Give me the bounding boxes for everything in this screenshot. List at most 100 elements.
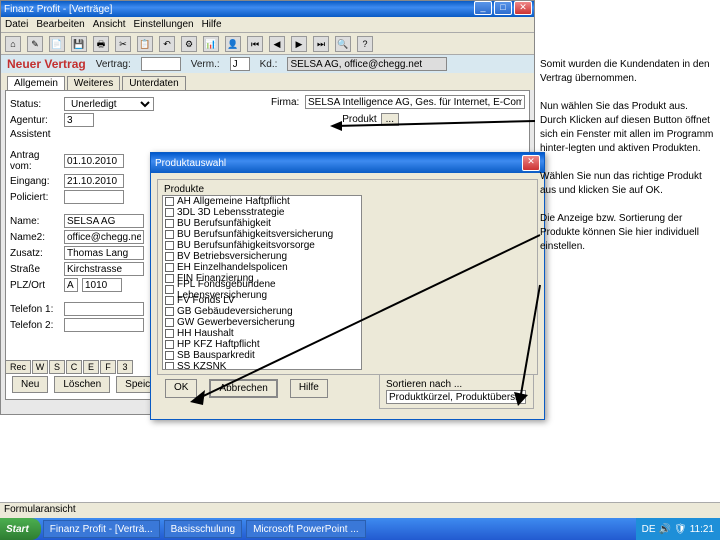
tray-icon[interactable]: 🛡 [674,524,687,535]
nav-first-icon[interactable]: ⏮ [247,36,263,52]
list-item[interactable]: BU Berufsunfähigkeitsversicherung [163,229,361,240]
list-item[interactable]: BU Berufsunfähigkeit [163,218,361,229]
toolbar-icon[interactable]: 📄 [49,36,65,52]
checkbox-icon[interactable] [165,329,174,338]
produkt-button[interactable]: ... [381,113,399,126]
list-item[interactable]: 3DL 3D Lebensstrategie [163,207,361,218]
list-item[interactable]: HH Haushalt [163,328,361,339]
tray-icon[interactable]: 🔊 [659,524,671,535]
checkbox-icon[interactable] [165,230,174,239]
checkbox-icon[interactable] [165,219,174,228]
maximize-button[interactable]: □ [494,1,512,15]
taskbar-item[interactable]: Finanz Profit - [Verträ... [43,520,160,538]
menu-einstellungen[interactable]: Einstellungen [134,19,194,30]
tray-lang[interactable]: DE [642,524,656,535]
rec-3[interactable]: 3 [117,360,133,374]
checkbox-icon[interactable] [165,263,174,272]
produkte-listbox[interactable]: AH Allgemeine Haftpflicht3DL 3D Lebensst… [162,195,362,370]
checkbox-icon[interactable] [165,296,174,305]
list-item[interactable]: SB Bausparkredit [163,350,361,361]
tab-unterdaten[interactable]: Unterdaten [122,76,185,90]
kd-input[interactable] [287,57,447,71]
list-item[interactable]: AH Allgemeine Haftpflicht [163,196,361,207]
taskbar-item[interactable]: Microsoft PowerPoint ... [246,520,366,538]
list-item[interactable]: BU Berufsunfähigkeitsvorsorge [163,240,361,251]
status-select[interactable]: Unerledigt [64,97,154,111]
toolbar-icon[interactable]: ↶ [159,36,175,52]
menu-hilfe[interactable]: Hilfe [202,19,222,30]
rec-f[interactable]: F [100,360,116,374]
toolbar-icon[interactable]: ✎ [27,36,43,52]
menu-bearbeiten[interactable]: Bearbeiten [36,19,84,30]
neu-button[interactable]: Neu [12,376,48,393]
nav-prev-icon[interactable]: ◀ [269,36,285,52]
tab-allgemein[interactable]: Allgemein [7,76,65,90]
list-item[interactable]: HP KFZ Haftpflicht [163,339,361,350]
close-button[interactable]: ✕ [514,1,532,15]
checkbox-icon[interactable] [165,208,174,217]
toolbar-icon[interactable]: 💾 [71,36,87,52]
checkbox-icon[interactable] [165,307,174,316]
toolbar-icon[interactable]: 📊 [203,36,219,52]
nav-last-icon[interactable]: ⏭ [313,36,329,52]
abbrechen-button[interactable]: Abbrechen [209,379,277,398]
taskbar-item[interactable]: Basisschulung [164,520,242,538]
name-input[interactable] [64,214,144,228]
rec-c[interactable]: C [66,360,82,374]
policiert-input[interactable] [64,190,124,204]
toolbar-icon[interactable]: 🔍 [335,36,351,52]
checkbox-icon[interactable] [165,241,174,250]
list-item[interactable]: GB Gebäudeversicherung [163,306,361,317]
list-item[interactable]: BV Betriebsversicherung [163,251,361,262]
toolbar-icon[interactable]: 🖶 [93,36,109,52]
toolbar-icon[interactable]: ? [357,36,373,52]
toolbar-icon[interactable]: ⌂ [5,36,21,52]
telefon2-input[interactable] [64,318,144,332]
name2-input[interactable] [64,230,144,244]
menu-datei[interactable]: Datei [5,19,28,30]
rec-w[interactable]: W [32,360,48,374]
verm-input[interactable] [230,57,250,71]
toolbar-icon[interactable]: 👤 [225,36,241,52]
eingang-input[interactable] [64,174,124,188]
tab-weiteres[interactable]: Weiteres [67,76,120,90]
toolbar-icon[interactable]: 📋 [137,36,153,52]
rec-s[interactable]: S [49,360,65,374]
list-item-label: GB Gebäudeversicherung [177,306,293,317]
main-title: Finanz Profit - [Verträge] [4,4,112,15]
toolbar-icon[interactable]: ✂ [115,36,131,52]
list-item[interactable]: EH Einzelhandelspolicen [163,262,361,273]
zusatz-input[interactable] [64,246,144,260]
hilfe-button[interactable]: Hilfe [290,379,328,398]
firma-input[interactable] [305,95,525,109]
plz-input[interactable] [64,278,78,292]
menu-ansicht[interactable]: Ansicht [93,19,126,30]
checkbox-icon[interactable] [165,362,174,370]
strasse-input[interactable] [64,262,144,276]
start-button[interactable]: Start [0,518,41,540]
ok-button[interactable]: OK [165,379,197,398]
checkbox-icon[interactable] [165,252,174,261]
dialog-close-button[interactable]: ✕ [522,155,540,171]
ort-input[interactable] [82,278,122,292]
antragvom-input[interactable] [64,154,124,168]
sort-input[interactable] [386,390,526,404]
checkbox-icon[interactable] [165,274,174,283]
minimize-button[interactable]: _ [474,1,492,15]
list-item[interactable]: SS KZSNK [163,361,361,370]
loeschen-button[interactable]: Löschen [54,376,110,393]
checkbox-icon[interactable] [165,318,174,327]
checkbox-icon[interactable] [165,285,174,294]
checkbox-icon[interactable] [165,340,174,349]
checkbox-icon[interactable] [165,197,174,206]
list-item[interactable]: GW Gewerbeversicherung [163,317,361,328]
nav-next-icon[interactable]: ▶ [291,36,307,52]
vertrag-input[interactable] [141,57,181,71]
status-label: Status: [10,99,60,110]
toolbar-icon[interactable]: ⚙ [181,36,197,52]
checkbox-icon[interactable] [165,351,174,360]
telefon1-input[interactable] [64,302,144,316]
list-item[interactable]: FPL Fondsgebundene Lebensversicherung [163,284,361,295]
rec-e[interactable]: E [83,360,99,374]
agentur-input[interactable] [64,113,94,127]
